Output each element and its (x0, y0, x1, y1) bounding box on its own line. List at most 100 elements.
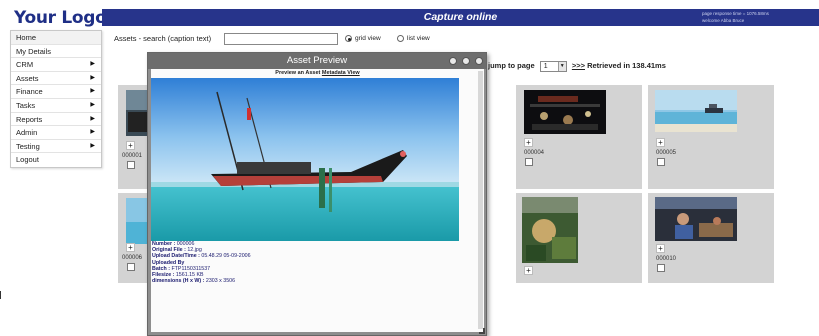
preview-heading-text: Preview an Asset (275, 70, 321, 76)
submenu-arrow-icon: ▶ (90, 115, 95, 122)
jump-to-page-label: jump to page (488, 61, 535, 70)
minimize-icon[interactable] (449, 57, 457, 65)
submenu-arrow-icon: ▶ (90, 129, 95, 136)
sidebar-menu: Home My Details CRM ▶ Assets ▶ Finance ▶ Ta… (10, 30, 102, 168)
chevron-down-icon: ▼ (557, 61, 566, 71)
add-asset-icon[interactable]: + (126, 243, 135, 252)
meta-value: 000006 (176, 241, 195, 247)
sidebar-item-label: Assets (16, 73, 39, 83)
sidebar-item-label: Home (16, 33, 37, 42)
sidebar-item-reports[interactable]: Reports ▶ (11, 113, 101, 127)
sidebar-item-label: Finance (16, 87, 43, 97)
asset-metadata: Number : 000006 Original File : 12.jpg U… (152, 241, 251, 284)
asset-thumbnail[interactable] (524, 90, 606, 134)
asset-preview-image (151, 78, 459, 241)
edge-marker (0, 291, 1, 299)
sidebar-item-logout[interactable]: Logout (11, 153, 101, 167)
header-bar: Capture online page response time = 1076… (102, 9, 819, 26)
meta-label: dimensions (H x W) : (152, 278, 205, 285)
meta-label: Uploaded By (152, 259, 185, 266)
sidebar-item-label: CRM (16, 60, 34, 70)
sidebar-item-label: Logout (16, 155, 39, 165)
meta-value: 12.jpg (187, 247, 202, 254)
sidebar-item-home[interactable]: Home (11, 31, 101, 45)
resize-handle-icon[interactable] (479, 328, 485, 334)
close-icon[interactable] (475, 57, 483, 65)
sidebar-item-testing[interactable]: Testing ▶ (11, 140, 101, 154)
asset-number: 000004 (524, 150, 545, 156)
sidebar-item-admin[interactable]: Admin ▶ (11, 126, 101, 140)
logo[interactable]: Your Logo (14, 8, 107, 28)
sidebar-item-crm[interactable]: CRM ▶ (11, 58, 101, 72)
search-input[interactable] (224, 33, 338, 45)
add-asset-icon[interactable]: + (126, 141, 135, 150)
asset-number: 000010 (656, 256, 677, 262)
asset-number: 000005 (656, 150, 677, 156)
meta-label: Original File : (152, 247, 186, 254)
add-asset-icon[interactable]: + (656, 138, 665, 147)
add-asset-icon[interactable]: + (656, 244, 665, 253)
submenu-arrow-icon: ▶ (90, 88, 95, 95)
asset-select-checkbox[interactable] (657, 264, 665, 272)
page-select[interactable]: 1 ▼ (539, 60, 567, 72)
asset-select-checkbox[interactable] (525, 158, 533, 166)
meta-label: Upload Date/Time : (152, 253, 200, 260)
welcome-text: welcome Abba Bruce (702, 18, 745, 23)
meta-dimensions: dimensions (H x W) : 2303 x 3506 (152, 278, 251, 284)
asset-thumbnail[interactable] (522, 197, 578, 263)
grid-view-label: grid view (355, 35, 381, 42)
dialog-title-bar[interactable]: Asset Preview (148, 53, 486, 69)
sidebar-item-tasks[interactable]: Tasks ▶ (11, 99, 101, 113)
sidebar-item-finance[interactable]: Finance ▶ (11, 85, 101, 99)
page-select-value: 1 (543, 62, 548, 70)
dialog-content: Preview an Asset Metadata View Number: … (151, 69, 484, 332)
meta-label: Filesize : (152, 272, 175, 279)
sidebar-item-label: Reports (16, 114, 43, 124)
meta-value: 1561.15 KB (175, 272, 204, 279)
asset-select-checkbox[interactable] (127, 161, 135, 169)
submenu-arrow-icon: ▶ (90, 61, 95, 68)
maximize-icon[interactable] (462, 57, 470, 65)
list-view-label: list view (407, 35, 430, 42)
meta-value: 05.48.29 05-09-2006 (201, 253, 251, 260)
add-asset-icon[interactable]: + (524, 138, 533, 147)
asset-number: 000006 (122, 255, 143, 261)
asset-cell-5: + 000005 (648, 85, 774, 189)
dialog-title: Asset Preview (286, 55, 348, 66)
asset-preview-dialog: Asset Preview Preview an Asset Metadata … (147, 52, 487, 336)
asset-select-checkbox[interactable] (657, 158, 665, 166)
response-time-text: page response time = 1076.58ms (702, 11, 769, 16)
meta-value: FTP1150311537 (171, 265, 211, 272)
sidebar-item-label: Testing (16, 141, 40, 151)
sidebar-item-my-details[interactable]: My Details (11, 45, 101, 59)
asset-cell-10: + 000010 (648, 193, 774, 283)
submenu-arrow-icon: ▶ (90, 142, 95, 149)
search-row: Assets - search (caption text) grid view… (114, 33, 454, 47)
retrieved-time-text: Retrieved in 138.41ms (587, 61, 666, 70)
meta-label: Number : (152, 241, 176, 247)
meta-label: Batch : (152, 265, 170, 272)
sidebar-item-assets[interactable]: Assets ▶ (11, 72, 101, 86)
asset-number: 000001 (122, 153, 143, 159)
asset-cell-9: + (516, 193, 642, 283)
asset-select-checkbox[interactable] (127, 263, 135, 271)
preview-heading: Preview an Asset Metadata View (151, 70, 484, 76)
asset-thumbnail[interactable] (655, 197, 737, 241)
asset-thumbnail[interactable] (655, 90, 737, 132)
header-info: page response time = 1076.58ms welcome A… (702, 10, 769, 24)
search-label: Assets - search (caption text) (114, 34, 212, 43)
next-page-link[interactable]: >>> (572, 61, 585, 70)
meta-value: 2303 x 3506 (205, 278, 236, 285)
sidebar-item-label: Tasks (16, 100, 36, 110)
metadata-view-link[interactable]: Metadata View (322, 70, 360, 76)
grid-view-radio[interactable] (345, 35, 352, 42)
add-asset-icon[interactable]: + (524, 266, 533, 275)
asset-cell-4: + 000004 (516, 85, 642, 189)
sidebar-item-label: Admin (16, 128, 38, 138)
pager: jump to page 1 ▼ >>> Retrieved in 138.41m… (488, 60, 666, 72)
sidebar-item-label: My Details (16, 46, 52, 56)
submenu-arrow-icon: ▶ (90, 74, 95, 81)
submenu-arrow-icon: ▶ (90, 101, 95, 108)
dialog-scrollbar[interactable] (478, 71, 483, 329)
list-view-radio[interactable] (397, 35, 404, 42)
